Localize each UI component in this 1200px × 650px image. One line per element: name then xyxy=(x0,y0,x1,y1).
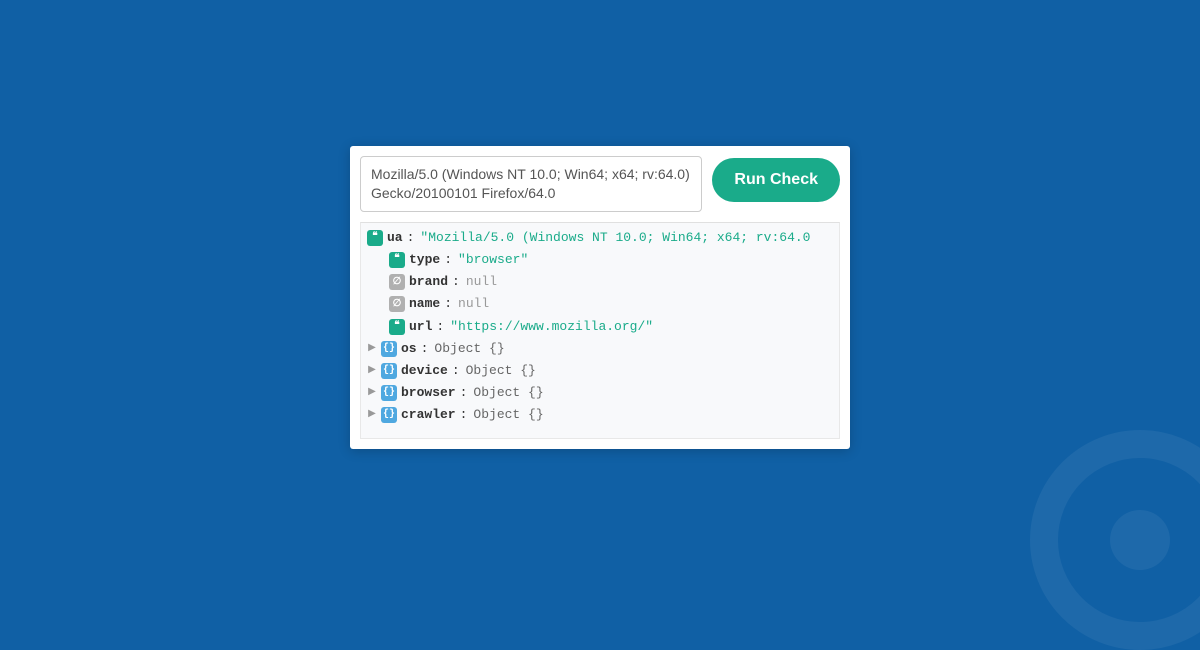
json-value: null xyxy=(466,272,497,292)
result-row-url[interactable]: ❝ url: "https://www.mozilla.org/" xyxy=(363,316,837,338)
result-viewer[interactable]: ❝ ua: "Mozilla/5.0 (Windows NT 10.0; Win… xyxy=(360,222,840,439)
json-value: Object {} xyxy=(434,339,504,359)
json-key: ua xyxy=(387,228,403,248)
result-row-type[interactable]: ❝ type: "browser" xyxy=(363,249,837,271)
json-key: url xyxy=(409,317,432,337)
json-value: "https://www.mozilla.org/" xyxy=(450,317,653,337)
expand-icon[interactable]: ▶ xyxy=(367,363,377,379)
json-value: Object {} xyxy=(466,361,536,381)
string-icon: ❝ xyxy=(367,230,383,246)
json-key: browser xyxy=(401,383,456,403)
result-row-crawler[interactable]: ▶ {} crawler: Object {} xyxy=(363,404,837,426)
json-key: crawler xyxy=(401,405,456,425)
object-icon: {} xyxy=(381,385,397,401)
expand-icon[interactable]: ▶ xyxy=(367,341,377,357)
json-key: name xyxy=(409,294,440,314)
input-row: Run Check xyxy=(360,156,840,212)
json-value: Object {} xyxy=(473,383,543,403)
result-row-browser[interactable]: ▶ {} browser: Object {} xyxy=(363,382,837,404)
expand-icon[interactable]: ▶ xyxy=(367,385,377,401)
object-icon: {} xyxy=(381,407,397,423)
json-value: Object {} xyxy=(473,405,543,425)
expand-icon[interactable]: ▶ xyxy=(367,407,377,423)
result-row-device[interactable]: ▶ {} device: Object {} xyxy=(363,360,837,382)
run-check-button[interactable]: Run Check xyxy=(712,158,840,202)
string-icon: ❝ xyxy=(389,252,405,268)
result-row-name[interactable]: ∅ name: null xyxy=(363,293,837,315)
json-value: null xyxy=(458,294,489,314)
checker-panel: Run Check ❝ ua: "Mozilla/5.0 (Windows NT… xyxy=(350,146,850,449)
json-key: brand xyxy=(409,272,448,292)
object-icon: {} xyxy=(381,363,397,379)
json-value: "browser" xyxy=(458,250,528,270)
result-row-ua[interactable]: ❝ ua: "Mozilla/5.0 (Windows NT 10.0; Win… xyxy=(363,227,837,249)
json-value: "Mozilla/5.0 (Windows NT 10.0; Win64; x6… xyxy=(420,228,810,248)
json-key: device xyxy=(401,361,448,381)
result-row-os[interactable]: ▶ {} os: Object {} xyxy=(363,338,837,360)
null-icon: ∅ xyxy=(389,274,405,290)
json-key: os xyxy=(401,339,417,359)
json-key: type xyxy=(409,250,440,270)
result-row-brand[interactable]: ∅ brand: null xyxy=(363,271,837,293)
object-icon: {} xyxy=(381,341,397,357)
string-icon: ❝ xyxy=(389,319,405,335)
background-decoration xyxy=(1030,430,1200,650)
user-agent-input[interactable] xyxy=(360,156,702,212)
null-icon: ∅ xyxy=(389,296,405,312)
